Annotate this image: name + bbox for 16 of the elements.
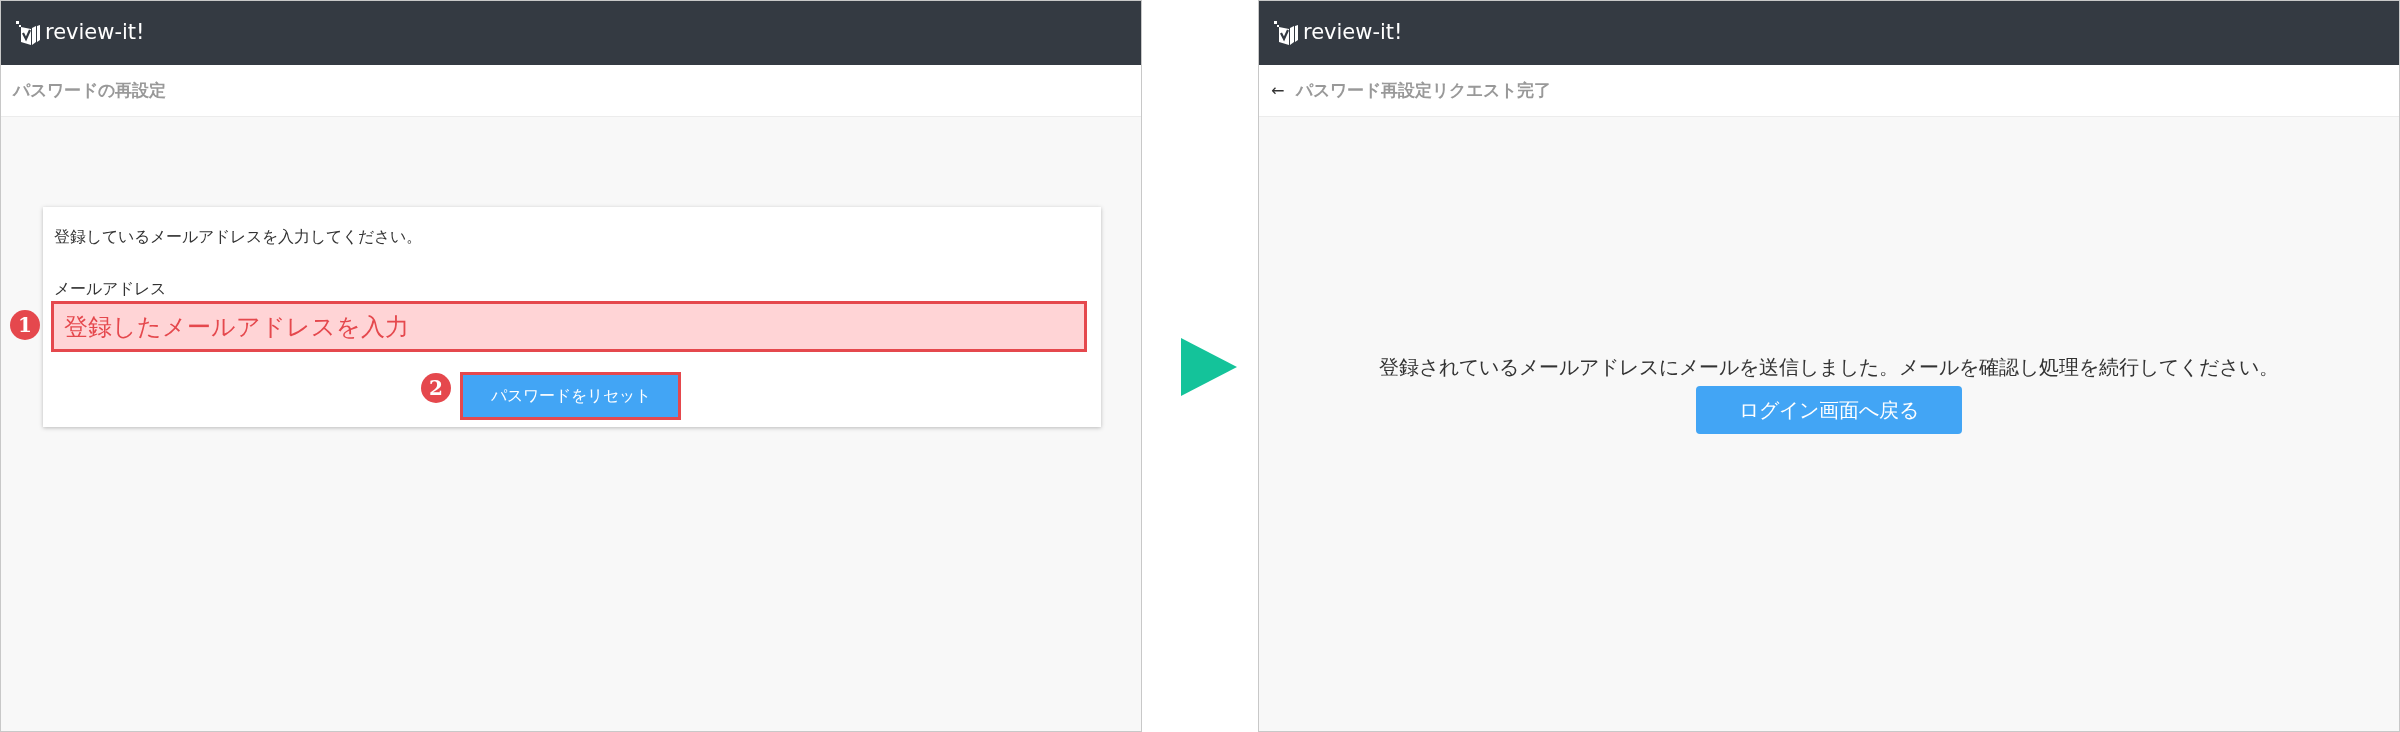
step-badge: 2 <box>421 373 451 403</box>
brand-name: review-it! <box>45 19 145 47</box>
back-arrow-icon[interactable]: ← <box>1271 78 1285 103</box>
email-input-field[interactable]: 登録したメールアドレスを入力 <box>54 304 1084 349</box>
next-arrow-icon <box>1181 338 1237 396</box>
reset-password-button[interactable]: パスワードをリセット <box>463 375 678 417</box>
brand-name: review-it! <box>1303 19 1403 47</box>
logo-icon <box>1273 20 1299 46</box>
confirmation-message: 登録されているメールアドレスにメールを送信しました。メールを確認し処理を続行してください。 <box>1379 354 2279 381</box>
field-label: メールアドレス <box>54 278 166 300</box>
page-title: パスワードの再設定 <box>13 78 166 102</box>
step-badge: 1 <box>10 310 40 340</box>
back-to-login-button[interactable]: ログイン画面へ戻る <box>1696 386 1962 434</box>
logo-icon <box>15 20 41 46</box>
page-title: パスワード再設定リクエスト完了 <box>1296 78 1552 102</box>
instruction-text: 登録しているメールアドレスを入力してください。 <box>54 226 422 248</box>
